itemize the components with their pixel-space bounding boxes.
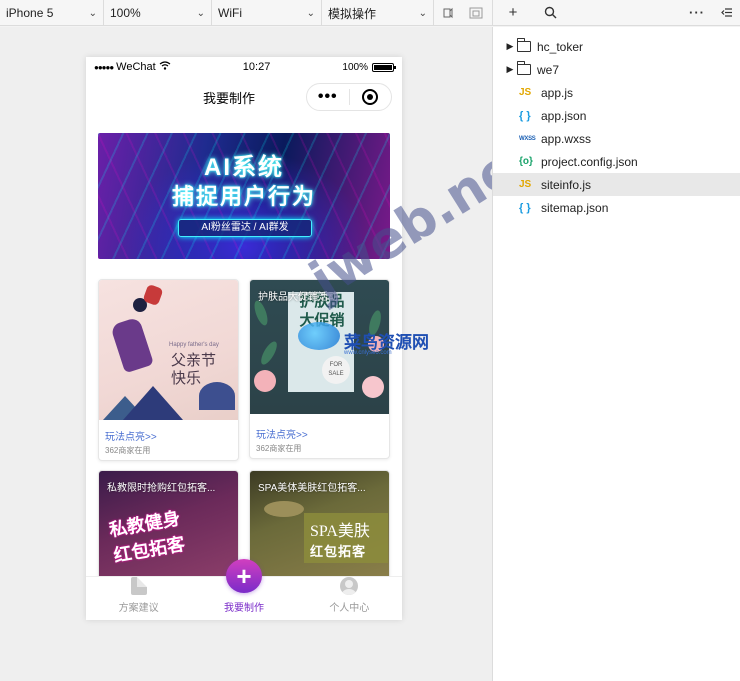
network-select[interactable]: WiFi ⌄ [212,0,322,26]
tree-item-label: hc_toker [537,39,584,54]
window-icon[interactable] [462,0,490,26]
device-select[interactable]: iPhone 5 ⌄ [0,0,104,26]
json-file-icon: { } [519,109,531,122]
banner-title: AI系统 [204,154,284,181]
banner-pill: AI粉丝雷达 / AI群发 [178,219,312,237]
chevron-down-icon: ⌄ [418,7,427,19]
network-label: WiFi [218,6,242,20]
tree-item-folder[interactable]: ▶ we7 [493,58,740,81]
battery-icon [371,62,396,72]
file-explorer: ▶ hc_toker ▶ we7 JS app.js { } app.json … [492,27,740,681]
tab-label: 个人中心 [329,603,370,614]
tree-item-label: sitemap.json [541,200,609,215]
more-dots-icon[interactable]: ••• [307,88,349,106]
tree-item-file[interactable]: JS app.js [493,81,740,104]
card-image: Happy father's day 父亲节 快乐 [99,280,238,420]
battery-percent: 100% [342,61,368,73]
tree-item-label: project.config.json [541,154,638,169]
tree-item-file[interactable]: JS siteinfo.js [493,173,740,196]
banner-subtitle: 捕捉用户行为 [171,184,316,209]
card-link[interactable]: 玩法点亮>> [99,420,238,443]
tree-item-file[interactable]: WXSS app.wxss [493,127,740,150]
collapse-icon[interactable] [714,0,740,26]
card-overlay-title: 私教限时抢购红包拓客... [107,483,216,494]
card-title-line: 大促销 [299,312,345,329]
status-time: 10:27 [242,61,271,73]
target-icon [362,89,379,105]
card-subtitle: Happy father's day [169,342,219,348]
more-icon[interactable]: ··· [680,0,714,26]
wifi-icon [159,61,171,73]
plus-icon[interactable]: + [493,0,533,26]
folder-icon [516,38,531,52]
card-image: 私教健身 红包拓客 私教限时抢购红包拓客... [99,471,238,581]
rotate-icon[interactable] [434,0,462,26]
template-card-spa[interactable]: SPA美肤 红包拓客 SPA美体美肤红包拓客... [249,470,390,582]
carrier-label: WeChat [116,61,156,73]
template-card-gym[interactable]: 私教健身 红包拓客 私教限时抢购红包拓客... [98,470,239,582]
document-icon [130,577,147,595]
simulator-toolbar: iPhone 5 ⌄ 100% ⌄ WiFi ⌄ 模拟操作 ⌄ [0,0,492,26]
card-usage-count: 362商家在用 [256,444,302,453]
page-title: 我要制作 [202,90,255,106]
card-title-line: 快乐 [171,370,202,387]
card-image: SPA美肤 红包拓客 SPA美体美肤红包拓客... [250,471,389,581]
nav-bar: 我要制作 ••• [86,77,402,117]
chevron-down-icon: ⌄ [306,7,315,19]
card-title-line: SPA美肤 [310,523,370,540]
menu-capsule: ••• [306,83,392,111]
tree-item-label: siteinfo.js [541,177,592,192]
tab-create[interactable]: + 我要制作 [191,559,296,620]
tree-item-label: app.json [541,108,587,123]
device-label: iPhone 5 [6,6,54,20]
caret-right-icon[interactable]: ▶ [503,41,517,52]
card-overlay-title: 护肤品大促销活动 [258,292,338,303]
folder-icon [516,61,531,75]
tab-label: 方案建议 [118,603,159,614]
phone-screen: ●●●●● WeChat 10:27 100% 我要制作 ••• AI系统 捕捉… [86,57,402,620]
tab-label: 我要制作 [223,603,264,614]
zoom-select[interactable]: 100% ⌄ [104,0,212,26]
status-bar: ●●●●● WeChat 10:27 100% [86,57,402,77]
caret-right-icon[interactable]: ▶ [503,64,517,75]
tree-item-label: app.wxss [541,131,592,146]
sale-badge: FOR SALE [322,356,350,384]
card-image: 护肤品 大促销 FOR SALE 护肤品大促销活动 [250,280,389,414]
tree-item-label: app.js [541,85,574,100]
close-miniprogram-button[interactable] [350,89,392,105]
user-icon [340,577,359,595]
tree-item-file[interactable]: { } sitemap.json [493,196,740,219]
tree-item-file[interactable]: { } app.json [493,104,740,127]
template-card-fathers-day[interactable]: Happy father's day 父亲节 快乐 玩法点亮>> 362商家在用 [98,279,239,461]
js-file-icon: JS [519,87,532,98]
zoom-label: 100% [110,6,141,20]
plus-icon[interactable]: + [225,559,262,593]
card-overlay-title: SPA美体美肤红包拓客... [258,483,366,494]
template-card-skincare[interactable]: 护肤品 大促销 FOR SALE 护肤品大促销活动 玩法点亮>> 362商家在用 [249,279,390,459]
editor-toolbar: + ··· [492,0,740,26]
tab-bar: 方案建议 + 我要制作 个人中心 [86,559,402,620]
tree-item-file[interactable]: {o} project.config.json [493,150,740,173]
mode-label: 模拟操作 [328,6,377,21]
card-title-line: 红包拓客 [310,544,367,559]
card-usage-count: 362商家在用 [105,446,151,455]
card-title-line: 父亲节 [171,352,217,369]
tab-profile[interactable]: 个人中心 [297,577,402,620]
search-icon[interactable] [533,0,567,26]
simulator-area: ●●●●● WeChat 10:27 100% 我要制作 ••• AI系统 捕捉… [0,27,492,681]
json-file-icon: { } [519,201,531,214]
wxss-file-icon: WXSS [519,135,536,142]
signal-icon: ●●●●● [94,62,114,72]
tab-plan-suggestions[interactable]: 方案建议 [86,577,191,620]
mode-select[interactable]: 模拟操作 ⌄ [322,0,434,26]
config-file-icon: {o} [519,156,533,167]
banner[interactable]: AI系统 捕捉用户行为 AI粉丝雷达 / AI群发 [98,133,390,259]
tree-item-folder[interactable]: ▶ hc_toker [493,35,740,58]
tree-item-label: we7 [537,62,560,77]
js-file-icon: JS [519,179,532,190]
chevron-down-icon: ⌄ [88,7,97,19]
chevron-down-icon: ⌄ [196,7,205,19]
card-link[interactable]: 玩法点亮>> [250,414,389,441]
